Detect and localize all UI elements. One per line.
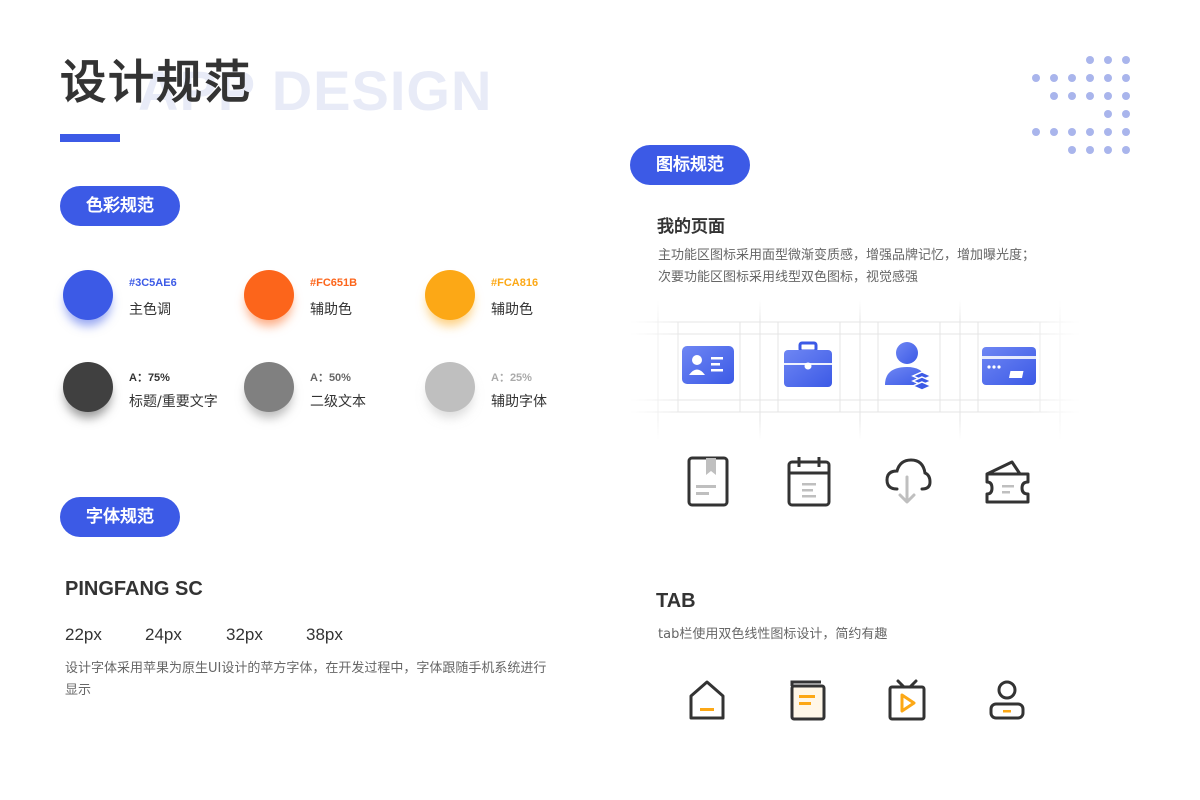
cloud-download-icon [885, 458, 932, 504]
my-page-title: 我的页面 [657, 217, 725, 237]
color-swatch [425, 270, 475, 320]
color-swatch [244, 362, 294, 412]
color-swatch-code: #3C5AE6 [129, 277, 177, 289]
color-section-pill: 色彩规范 [60, 186, 180, 226]
color-swatch-label: 辅助色 [310, 302, 352, 318]
tab-title: TAB [656, 590, 696, 612]
document-icon [790, 680, 826, 721]
color-swatch [425, 362, 475, 412]
color-swatch-code: A：50% [310, 372, 351, 384]
font-section-pill: 字体规范 [60, 497, 180, 537]
color-swatch-code: A：75% [129, 372, 170, 384]
color-swatch-label: 主色调 [129, 302, 171, 318]
my-page-desc-line-1: 主功能区图标采用面型微渐变质感，增强品牌记忆，增加曝光度； [658, 248, 1036, 263]
id-card-icon [682, 346, 734, 384]
color-swatch [63, 362, 113, 412]
bookmark-book-icon [687, 456, 729, 507]
color-swatch [244, 270, 294, 320]
color-swatch-code: A：25% [491, 372, 532, 384]
tab-description: tab栏使用双色线性图标设计，简约有趣 [658, 627, 888, 642]
color-swatch-label: 辅助色 [491, 302, 533, 318]
font-description: 设计字体采用苹果为原生UI设计的苹方字体，在开发过程中，字体跟随手机系统进行显示 [65, 661, 547, 698]
page-title: 设计规范 [60, 55, 252, 109]
color-swatch [63, 270, 113, 320]
font-size-38: 38px [306, 625, 343, 644]
wallet-icon [985, 460, 1030, 504]
icon-section-pill: 图标规范 [630, 145, 750, 185]
font-size-32: 32px [226, 625, 263, 644]
user-stack-icon [885, 342, 933, 390]
font-name: PINGFANG SC [65, 578, 203, 600]
decorative-dots-icon [1032, 56, 1130, 154]
briefcase-icon [784, 341, 832, 387]
color-swatch-label: 标题/重要文字 [129, 394, 218, 410]
color-swatch-code: #FC651B [310, 277, 358, 289]
color-swatch-label: 二级文本 [310, 394, 366, 410]
color-swatch-code: #FCA816 [491, 277, 539, 289]
credit-card-icon [982, 347, 1036, 385]
home-icon [689, 680, 725, 720]
font-size-22: 22px [65, 625, 102, 644]
font-size-24: 24px [145, 625, 182, 644]
tv-play-icon [888, 679, 926, 721]
calendar-notes-icon [787, 457, 831, 507]
color-swatch-label: 辅助字体 [491, 394, 547, 410]
my-page-desc-line-2: 次要功能区图标采用线型双色图标，视觉感强 [658, 270, 919, 285]
title-underline-bar [60, 134, 120, 142]
profile-icon [989, 680, 1025, 720]
